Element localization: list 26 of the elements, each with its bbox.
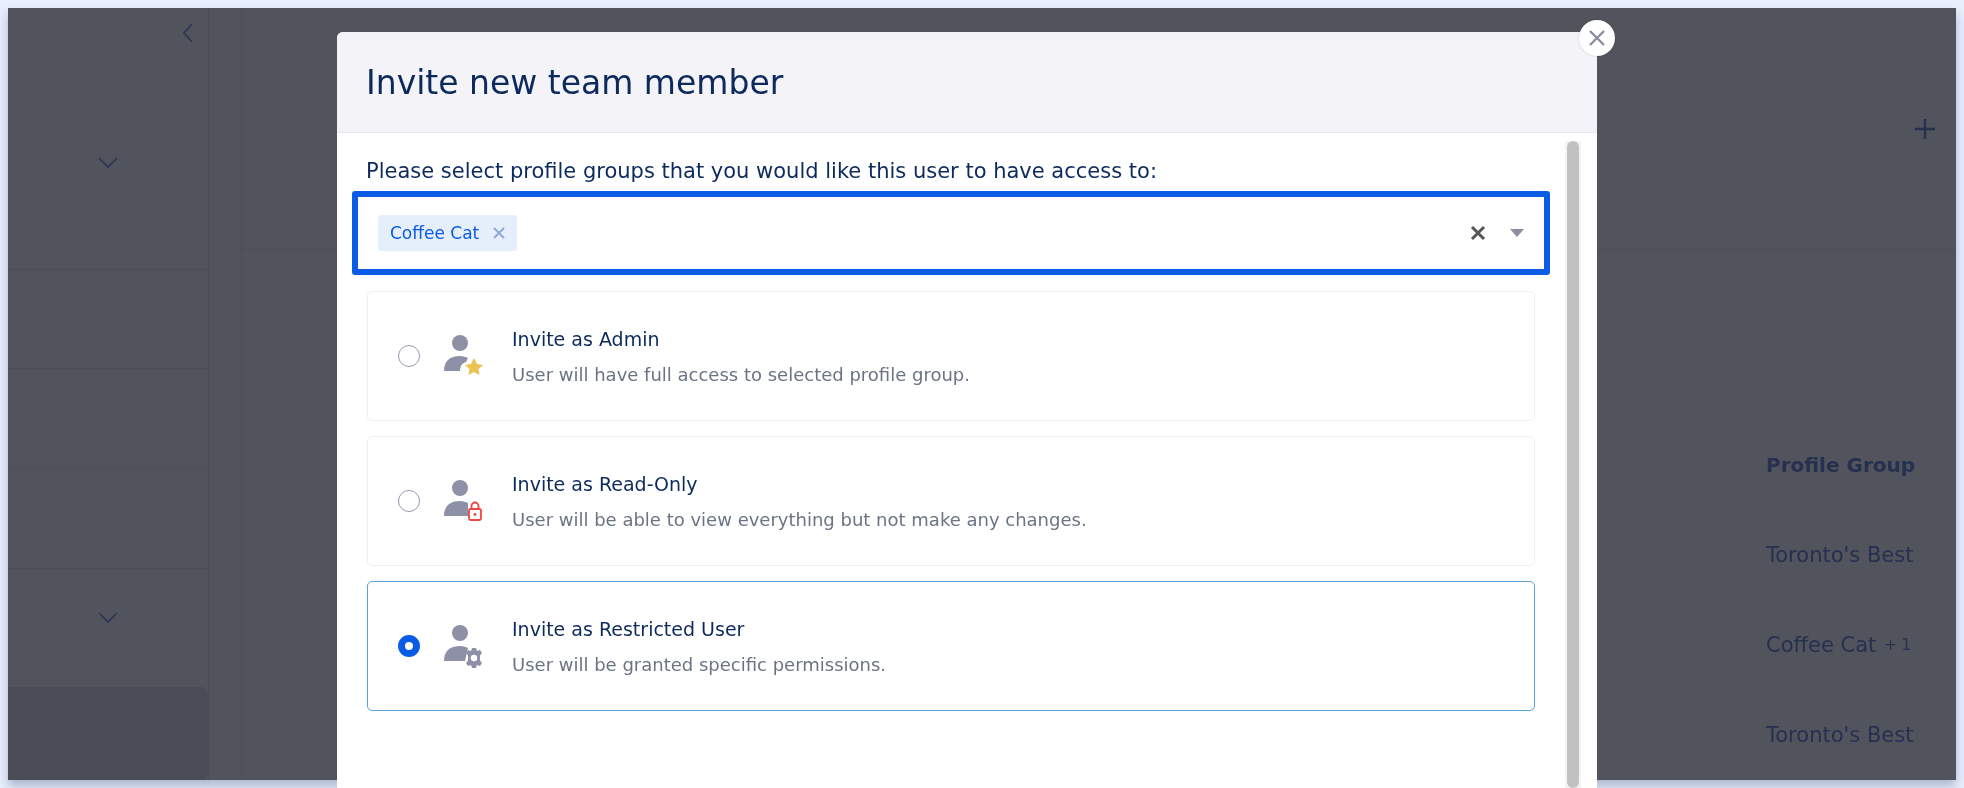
option-title: Invite as Read-Only <box>512 472 699 495</box>
radio-button[interactable] <box>398 490 420 512</box>
remove-tag-icon[interactable] <box>493 227 506 239</box>
role-option[interactable]: Invite as Restricted User User will be granted specific permissions. <box>367 581 1535 711</box>
expand-chevron-icon[interactable] <box>98 156 118 169</box>
radio-button[interactable] <box>398 635 420 657</box>
option-title: Invite as Admin <box>512 327 661 350</box>
role-option[interactable]: Invite as Admin User will have full access to selected profile group. <box>367 291 1535 421</box>
clear-icon[interactable] <box>1470 225 1486 241</box>
option-description: User will be able to view everything but not make any changes. <box>512 508 1087 530</box>
profile-group-select[interactable]: Coffee Cat <box>352 191 1550 275</box>
plus-icon[interactable] <box>1914 117 1936 140</box>
radio-button[interactable] <box>398 345 420 367</box>
collapse-chevron-icon[interactable] <box>182 22 194 43</box>
user-gear-icon <box>442 624 484 668</box>
dropdown-caret-icon[interactable] <box>1510 229 1524 237</box>
option-description: User will have full access to selected profile group. <box>512 363 970 385</box>
modal-title: Invite new team member <box>366 62 784 102</box>
role-option[interactable]: Invite as Read-Only User will be able to view everything but not make any changes. <box>367 436 1535 566</box>
prompt-text: Please select profile groups that you would like this user to have access to: <box>366 159 1158 183</box>
option-description: User will be granted specific permissions. <box>512 653 887 675</box>
expand-chevron-icon[interactable] <box>98 611 118 624</box>
scrollbar-thumb[interactable] <box>1567 141 1579 788</box>
option-title: Invite as Restricted User <box>512 617 746 640</box>
user-lock-icon <box>442 479 484 523</box>
tag-label: Coffee Cat <box>390 223 480 243</box>
